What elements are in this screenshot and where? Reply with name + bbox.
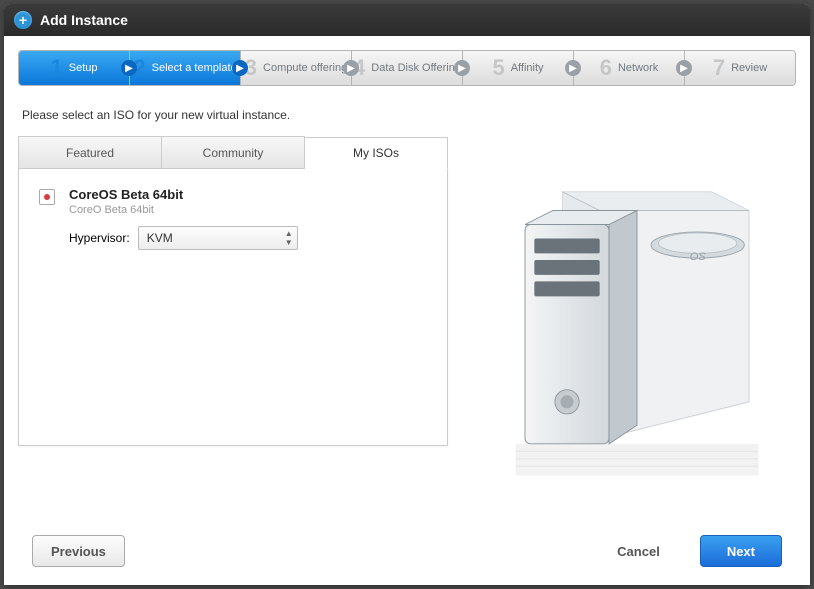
tab-community[interactable]: Community <box>162 136 305 168</box>
wizard-steps: 1 Setup ▶ 2 Select a template ▶ 3 Comput… <box>18 50 796 86</box>
step-compute-offering[interactable]: 3 Compute offering ▶ <box>241 51 352 85</box>
vm-illustration: OS <box>478 136 796 517</box>
hypervisor-label: Hypervisor: <box>69 231 130 245</box>
iso-details: CoreOS Beta 64bit CoreO Beta 64bit Hyper… <box>69 187 427 250</box>
iso-panel: Featured Community My ISOs CoreOS Beta 6… <box>18 136 448 517</box>
iso-desc: CoreO Beta 64bit <box>69 204 427 216</box>
previous-button[interactable]: Previous <box>32 535 125 567</box>
hypervisor-select[interactable]: KVM ▲▼ <box>138 226 298 250</box>
content-row: Featured Community My ISOs CoreOS Beta 6… <box>18 136 796 517</box>
step-select-template[interactable]: 2 Select a template ▶ <box>130 51 241 85</box>
chevron-right-icon: ▶ <box>343 60 359 76</box>
spinner-icon: ▲▼ <box>285 229 293 247</box>
dialog-footer: Previous Cancel Next <box>18 517 796 585</box>
disc-label: OS <box>690 251 707 263</box>
computer-tower-icon: OS <box>497 156 777 517</box>
iso-item: CoreOS Beta 64bit CoreO Beta 64bit Hyper… <box>39 187 427 250</box>
chevron-right-icon: ▶ <box>454 60 470 76</box>
titlebar: Add Instance <box>4 4 810 36</box>
step-network[interactable]: 6 Network ▶ <box>574 51 685 85</box>
instruction-text: Please select an ISO for your new virtua… <box>22 108 796 122</box>
tab-featured[interactable]: Featured <box>18 136 162 168</box>
step-affinity[interactable]: 5 Affinity ▶ <box>463 51 574 85</box>
hypervisor-row: Hypervisor: KVM ▲▼ <box>69 226 427 250</box>
cancel-button[interactable]: Cancel <box>617 544 660 559</box>
hypervisor-value: KVM <box>147 231 173 245</box>
iso-radio[interactable] <box>39 189 55 205</box>
step-data-disk-offering[interactable]: 4 Data Disk Offering ▶ <box>352 51 463 85</box>
iso-tabs: Featured Community My ISOs <box>18 136 448 168</box>
iso-name: CoreOS Beta 64bit <box>69 187 427 202</box>
dialog-body: 1 Setup ▶ 2 Select a template ▶ 3 Comput… <box>4 36 810 585</box>
next-button[interactable]: Next <box>700 535 782 567</box>
step-setup[interactable]: 1 Setup ▶ <box>19 51 130 85</box>
tab-my-isos[interactable]: My ISOs <box>305 137 448 169</box>
chevron-right-icon: ▶ <box>676 60 692 76</box>
step-review[interactable]: 7 Review <box>685 51 795 85</box>
tab-content: CoreOS Beta 64bit CoreO Beta 64bit Hyper… <box>18 168 448 446</box>
dialog-title: Add Instance <box>40 12 128 28</box>
add-icon <box>14 11 32 29</box>
chevron-right-icon: ▶ <box>565 60 581 76</box>
add-instance-dialog: Add Instance 1 Setup ▶ 2 Select a templa… <box>4 4 810 585</box>
chevron-right-icon: ▶ <box>121 60 137 76</box>
chevron-right-icon: ▶ <box>232 60 248 76</box>
